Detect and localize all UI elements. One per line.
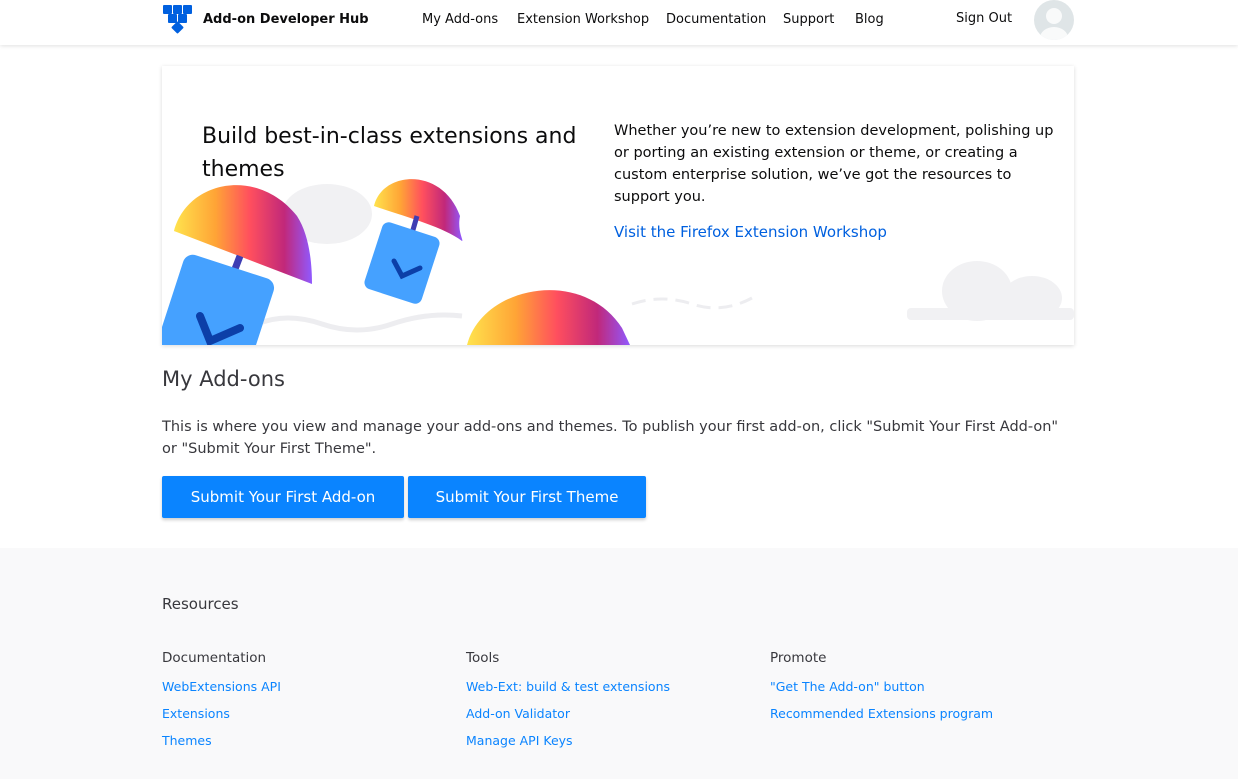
brand-title[interactable]: Add-on Developer Hub	[203, 12, 369, 27]
sign-out-link[interactable]: Sign Out	[956, 11, 1012, 26]
default-user-icon	[1040, 8, 1068, 40]
hero-banner: Build best-in-class extensions and theme…	[162, 66, 1074, 345]
nav-extension-workshop[interactable]: Extension Workshop	[517, 12, 649, 27]
manage-api-keys-link[interactable]: Manage API Keys	[466, 733, 573, 748]
addon-validator-link[interactable]: Add-on Validator	[466, 706, 570, 721]
footer-col-documentation-heading: Documentation	[162, 650, 267, 666]
user-avatar[interactable]	[1034, 0, 1074, 40]
hero-description: Whether you’re new to extension developm…	[614, 123, 1054, 205]
resources-footer: Resources Documentation WebExtensions AP…	[0, 548, 1238, 779]
footer-col-promote-heading: Promote	[770, 650, 827, 666]
themes-link[interactable]: Themes	[162, 733, 212, 748]
resources-title: Resources	[162, 595, 239, 613]
my-addons-title: My Add-ons	[162, 367, 285, 391]
footer-col-tools-heading: Tools	[466, 650, 500, 666]
nav-documentation[interactable]: Documentation	[666, 12, 766, 27]
addon-hub-logo-icon[interactable]	[161, 3, 195, 37]
recommended-extensions-link[interactable]: Recommended Extensions program	[770, 706, 993, 721]
extension-workshop-link[interactable]: Visit the Firefox Extension Workshop	[614, 223, 887, 241]
hero-title: Build best-in-class extensions and theme…	[202, 124, 577, 182]
webextensions-api-link[interactable]: WebExtensions API	[162, 679, 281, 694]
web-ext-link[interactable]: Web-Ext: build & test extensions	[466, 679, 670, 694]
submit-first-theme-button[interactable]: Submit Your First Theme	[408, 476, 646, 518]
submit-first-addon-button[interactable]: Submit Your First Add-on	[162, 476, 404, 518]
my-addons-intro: This is where you view and manage your a…	[162, 419, 1059, 457]
get-addon-button-link[interactable]: "Get The Add-on" button	[770, 679, 925, 694]
site-header: Add-on Developer Hub My Add-ons Extensio…	[0, 0, 1238, 45]
extensions-link[interactable]: Extensions	[162, 706, 230, 721]
nav-support[interactable]: Support	[783, 12, 834, 27]
nav-my-addons[interactable]: My Add-ons	[422, 12, 498, 27]
nav-blog[interactable]: Blog	[855, 12, 884, 27]
